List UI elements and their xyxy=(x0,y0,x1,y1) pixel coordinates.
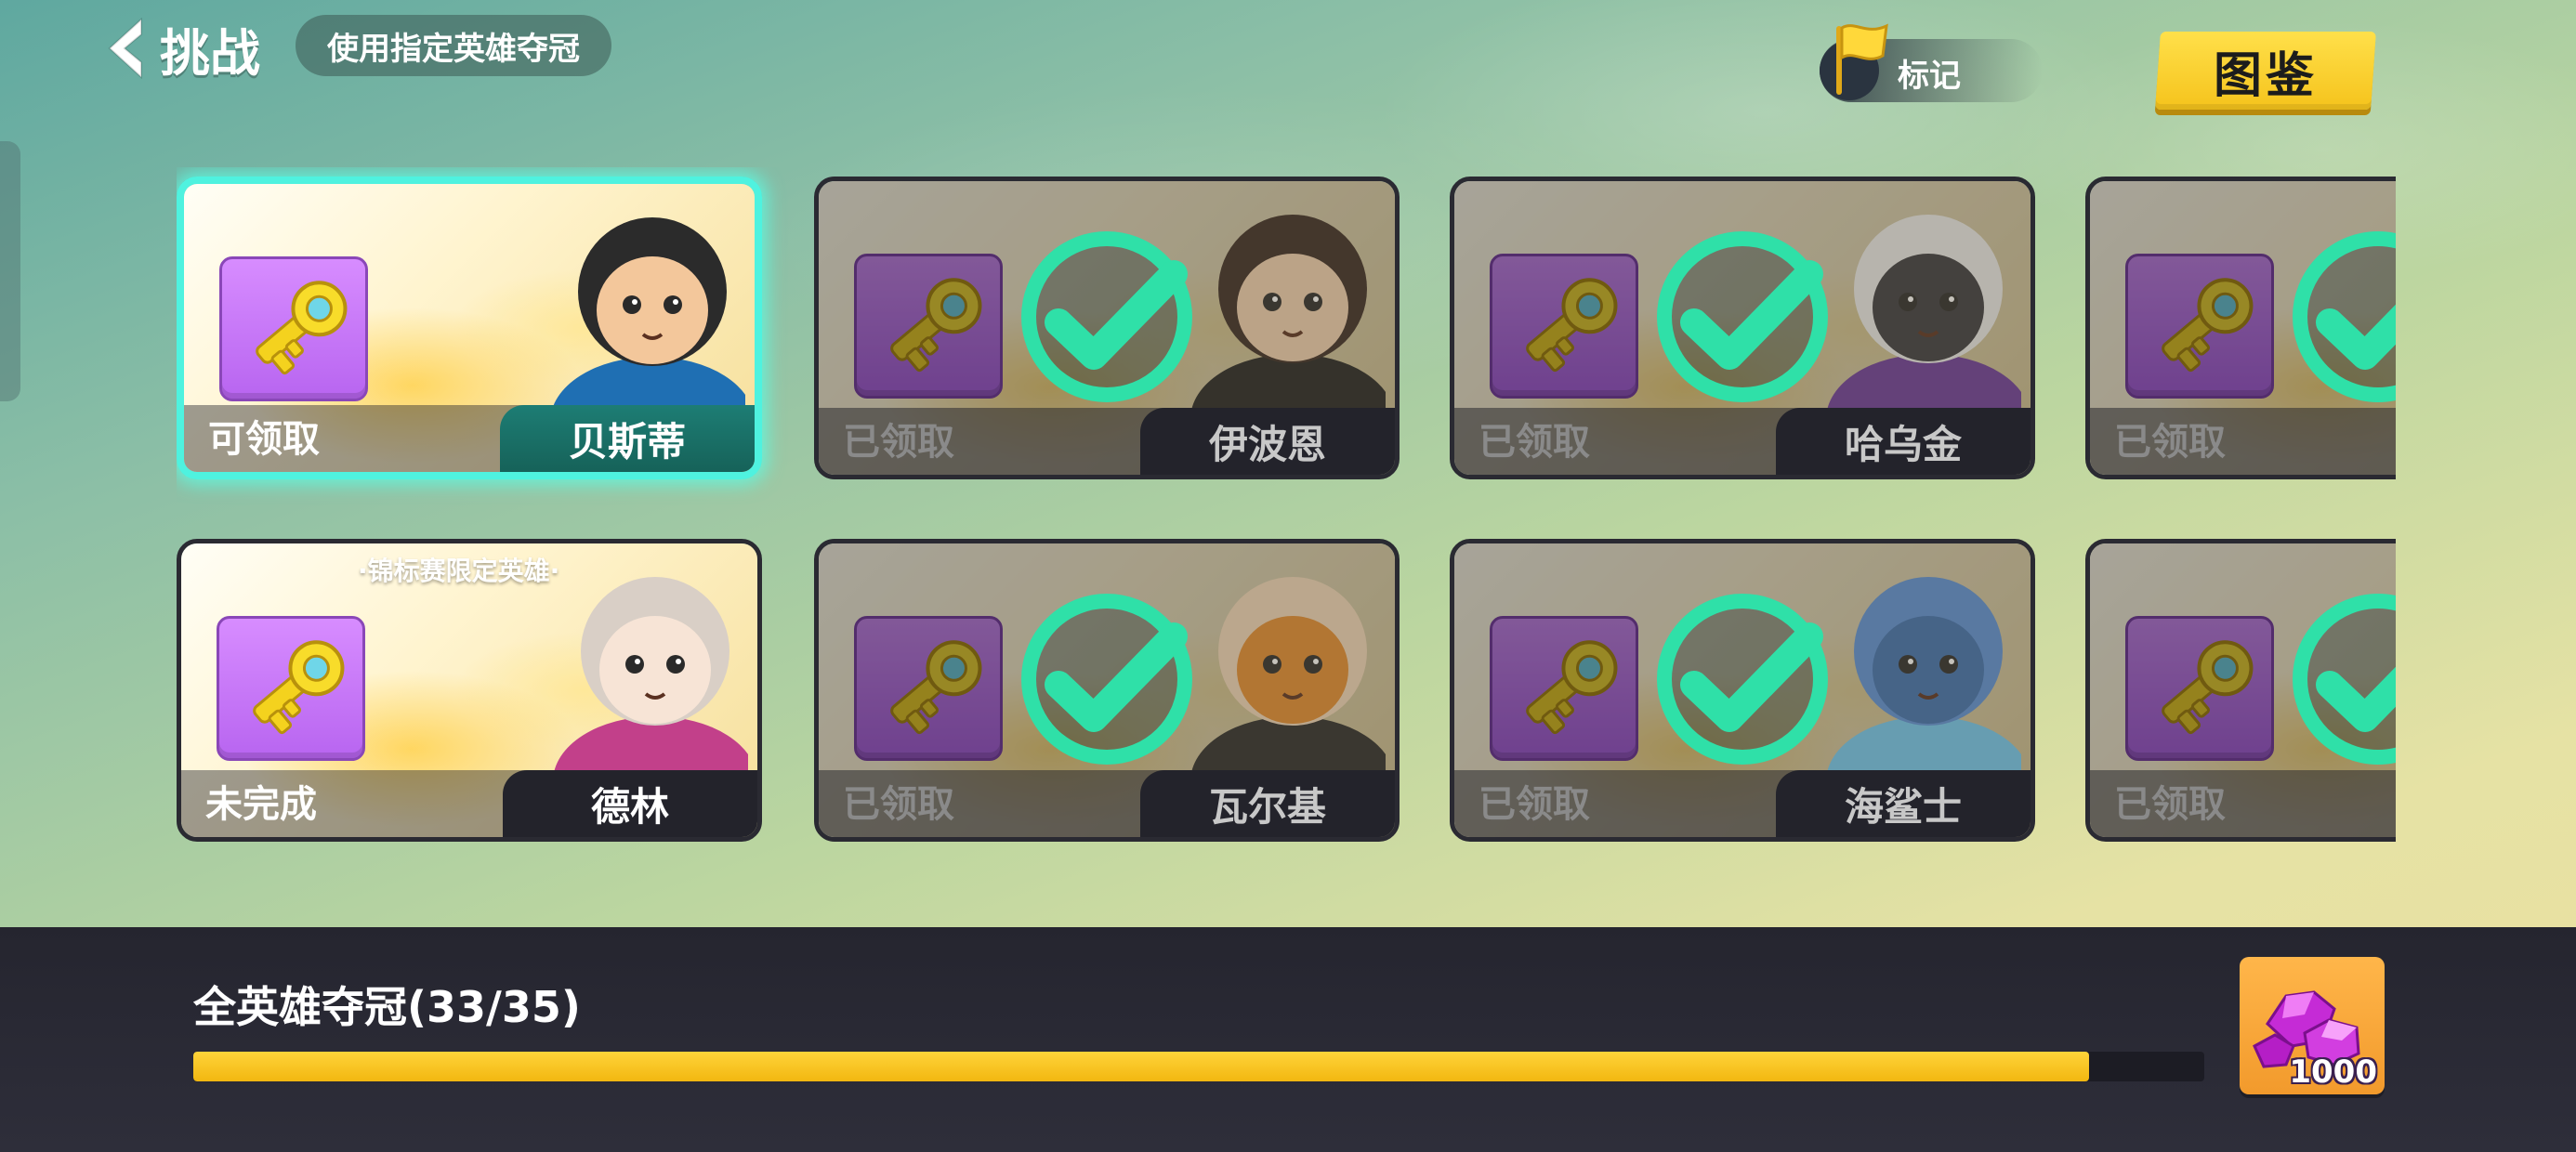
mark-label: 标记 xyxy=(1898,58,1961,95)
key-reward xyxy=(1490,254,1638,399)
back-button[interactable]: 挑战 xyxy=(104,13,260,84)
hero-name-plate: 海鲨士 xyxy=(1776,770,2031,837)
key-reward xyxy=(217,616,365,761)
key-icon xyxy=(1526,278,1618,373)
card-status: 已领取 xyxy=(2114,783,2226,826)
progress-bar xyxy=(193,1052,2204,1081)
card-status: 已领取 xyxy=(1479,421,1590,464)
hero-name-plate: 哈乌金 xyxy=(1776,408,2031,475)
hero-card[interactable]: ·锦标赛限定英雄· 未完成 德林 xyxy=(177,539,762,842)
hero-name-plate: 德林 xyxy=(503,770,757,837)
card-status: 已领取 xyxy=(843,421,954,464)
hero-name: 贝斯蒂 xyxy=(568,418,686,465)
atlas-button[interactable]: 图鉴 xyxy=(2155,32,2376,110)
challenge-subtitle: 使用指定英雄夺冠 xyxy=(296,15,611,76)
card-status: 已领取 xyxy=(1479,783,1590,826)
card-status: 已领取 xyxy=(2114,421,2226,464)
key-reward xyxy=(854,616,1003,761)
key-reward xyxy=(1490,616,1638,761)
checkmark-icon xyxy=(2293,594,2396,765)
page-title: 挑战 xyxy=(160,23,260,83)
hero-card[interactable]: 已领取 瓦尔基 xyxy=(814,539,1400,842)
hero-card[interactable]: 可领取 贝斯蒂 xyxy=(177,177,762,479)
hero-name: 伊波恩 xyxy=(1208,421,1326,467)
hero-name-plate: 瓦尔基 xyxy=(1140,770,1395,837)
card-status: 已领取 xyxy=(843,783,954,826)
key-icon xyxy=(890,278,982,373)
limited-hero-tag: ·锦标赛限定英雄· xyxy=(358,556,560,586)
hero-card[interactable]: 已领取 哈乌金 xyxy=(1450,177,2035,479)
key-reward xyxy=(854,254,1003,399)
hero-card[interactable]: 已领取 伊波恩 xyxy=(814,177,1400,479)
key-icon xyxy=(256,281,348,375)
hero-name: 德林 xyxy=(590,783,669,830)
progress-panel: 全英雄夺冠(33/35) 1000 xyxy=(0,927,2576,1152)
key-icon xyxy=(2162,640,2254,735)
reward-chest[interactable]: 1000 xyxy=(2240,957,2385,1094)
key-icon xyxy=(1526,640,1618,735)
hero-name: 海鲨士 xyxy=(1844,783,1962,830)
checkmark-icon xyxy=(1021,594,1192,765)
hero-card[interactable]: 已领取 xyxy=(2085,539,2396,842)
flag-icon xyxy=(1836,23,1888,95)
key-reward xyxy=(2125,254,2274,399)
hero-name: 瓦尔基 xyxy=(1208,783,1326,830)
side-drawer-handle[interactable] xyxy=(0,141,20,401)
hero-name-plate: 伊波恩 xyxy=(1140,408,1395,475)
card-status: 可领取 xyxy=(208,418,320,461)
reward-quantity: 1000 xyxy=(2289,1054,2377,1091)
key-icon xyxy=(2162,278,2254,373)
hero-name-plate: 贝斯蒂 xyxy=(500,405,755,472)
hero-card[interactable]: 已领取 海鲨士 xyxy=(1450,539,2035,842)
back-arrow-icon xyxy=(108,18,142,79)
key-icon xyxy=(890,640,982,735)
hero-card[interactable]: 已领取 xyxy=(2085,177,2396,479)
mark-toggle[interactable]: 标记 xyxy=(1820,23,2043,102)
atlas-label: 图鉴 xyxy=(2213,47,2318,104)
checkmark-icon xyxy=(1021,231,1192,402)
progress-label: 全英雄夺冠(33/35) xyxy=(193,982,581,1032)
checkmark-icon xyxy=(1657,594,1828,765)
hero-name: 哈乌金 xyxy=(1844,421,1962,467)
progress-fill xyxy=(193,1052,2090,1081)
key-reward xyxy=(219,256,368,401)
checkmark-icon xyxy=(1657,231,1828,402)
checkmark-icon xyxy=(2293,231,2396,402)
hero-card-grid: 可领取 贝斯蒂 已领取 伊波恩 已领取 哈乌金 已领取 ·锦标赛限定英雄· 未完成 德林 已领取 瓦尔… xyxy=(177,167,2396,864)
key-icon xyxy=(253,640,345,735)
card-status: 未完成 xyxy=(205,783,317,826)
key-reward xyxy=(2125,616,2274,761)
